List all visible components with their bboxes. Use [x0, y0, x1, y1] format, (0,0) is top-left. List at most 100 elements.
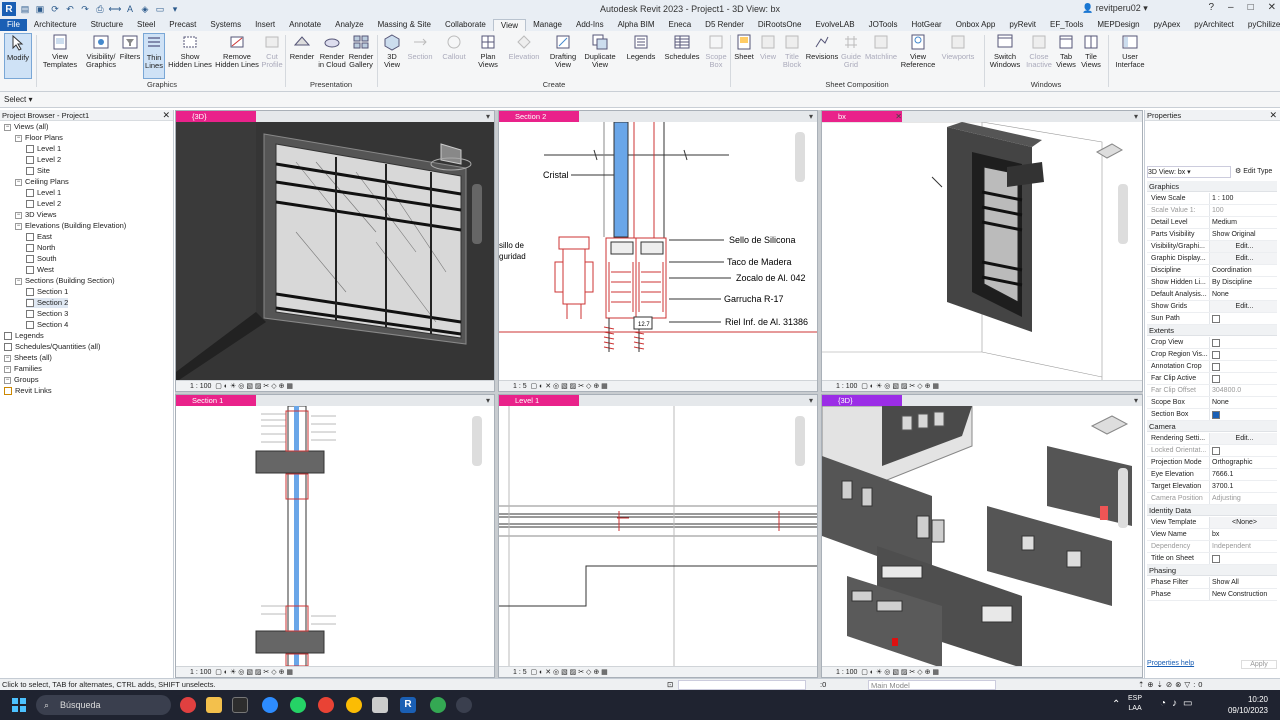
matchline-button[interactable]: Matchline — [864, 33, 898, 79]
tree-item[interactable]: North — [26, 243, 55, 253]
tab-annotate[interactable]: Annotate — [282, 19, 328, 31]
render-gallery-button[interactable]: Render Gallery — [347, 33, 375, 79]
redo-icon[interactable]: ↷ — [79, 3, 91, 15]
show-hidden-lines-button[interactable]: Show Hidden Lines — [168, 33, 212, 79]
tree-item[interactable]: Section 3 — [26, 309, 68, 319]
open-icon[interactable]: ▤ — [19, 3, 31, 15]
minimize-icon[interactable]: – — [1228, 2, 1234, 13]
save-icon[interactable]: ▣ — [34, 3, 46, 15]
whatsapp-icon[interactable] — [290, 697, 306, 713]
view-control-bar[interactable]: 1 : 100 ▢ ◐ ☀ ◎ ▧ ▨ ✂ ◇ ⊕ ▦ — [176, 666, 494, 677]
property-row[interactable]: Sun Path — [1147, 313, 1277, 325]
property-row[interactable]: Projection Mode Orthographic — [1147, 457, 1277, 469]
close-icon[interactable]: ✕ — [162, 110, 170, 121]
tab-pychilizer[interactable]: pyChilizer — [1241, 19, 1280, 31]
chrome-icon[interactable] — [318, 697, 334, 713]
tree-item[interactable]: Section 4 — [26, 320, 68, 330]
property-value[interactable]: Show All — [1209, 577, 1277, 588]
property-value[interactable]: Orthographic — [1209, 457, 1277, 468]
view-scale[interactable]: 1 : 100 — [836, 383, 857, 390]
view-menu-icon[interactable]: ▾ — [1134, 111, 1138, 122]
view-control-bar[interactable]: 1 : 100 ▢ ◐ ☀ ◎ ▧ ▨ ✂ ◇ ⊕ ▦ — [822, 666, 1142, 677]
tab-hotgear[interactable]: HotGear — [904, 19, 948, 31]
tree-item[interactable]: Revit Links — [4, 386, 52, 396]
property-row[interactable]: View Scale 1 : 100 — [1147, 193, 1277, 205]
tab-file[interactable]: File — [0, 19, 27, 31]
view-3d-building[interactable]: {3D} ▾ 1 : 100 ▢ ◐ ☀ ◎ ▧ ▨ ✂ ◇ ⊕ ▦ — [821, 394, 1143, 678]
text-icon[interactable]: A — [124, 3, 136, 15]
view-menu-icon[interactable]: ▾ — [486, 395, 490, 406]
tree-item[interactable]: − Families — [4, 364, 42, 374]
view-menu-icon[interactable]: ▾ — [809, 111, 813, 122]
property-row[interactable]: Eye Elevation 7666.1 — [1147, 469, 1277, 481]
tree-item[interactable]: − Sections (Building Section) — [15, 276, 115, 286]
tab-onbox-app[interactable]: Onbox App — [949, 19, 1003, 31]
revisions-button[interactable]: Revisions — [805, 33, 839, 79]
tab-precast[interactable]: Precast — [162, 19, 203, 31]
close-window-icon[interactable]: ✕ — [1268, 2, 1276, 13]
property-value[interactable] — [1209, 445, 1277, 456]
property-value[interactable]: None — [1209, 289, 1277, 300]
property-value[interactable]: Medium — [1209, 217, 1277, 228]
tab-architecture[interactable]: Architecture — [27, 19, 84, 31]
property-row[interactable]: Locked Orientat... — [1147, 445, 1277, 457]
tab-evolvelab[interactable]: EvolveLAB — [808, 19, 861, 31]
property-row[interactable]: Phase New Construction — [1147, 589, 1277, 601]
tab-structure[interactable]: Structure — [84, 19, 130, 31]
viewports-button[interactable]: Viewports — [940, 33, 976, 79]
tree-item[interactable]: Level 2 — [26, 155, 61, 165]
tree-item[interactable]: East — [26, 232, 52, 242]
sheet-button[interactable]: Sheet — [732, 33, 756, 79]
checkbox[interactable] — [1212, 351, 1220, 359]
property-row[interactable]: Show Hidden Li... By Discipline — [1147, 277, 1277, 289]
3d-view-button[interactable]: 3D View — [381, 33, 403, 79]
drafting-view-button[interactable]: Drafting View — [546, 33, 580, 79]
property-row[interactable]: Title on Sheet — [1147, 553, 1277, 565]
measure-icon[interactable]: ⟷ — [109, 3, 122, 15]
property-row[interactable]: View Name bx — [1147, 529, 1277, 541]
property-row[interactable]: Dependency Independent — [1147, 541, 1277, 553]
checkbox[interactable] — [1212, 447, 1220, 455]
property-row[interactable]: Scale Value 1: 100 — [1147, 205, 1277, 217]
view-menu-icon[interactable]: ▾ — [1134, 395, 1138, 406]
property-category-graphics[interactable]: Graphics — [1147, 181, 1277, 192]
property-value[interactable]: Show Original — [1209, 229, 1277, 240]
property-value[interactable]: Edit... — [1209, 301, 1277, 312]
view-scale[interactable]: 1 : 100 — [190, 383, 211, 390]
tab-views-button[interactable]: Tab Views — [1055, 33, 1077, 79]
scope-box-button[interactable]: Scope Box — [704, 33, 728, 79]
property-value[interactable]: Coordination — [1209, 265, 1277, 276]
checkbox[interactable] — [1212, 363, 1220, 371]
property-value[interactable]: 3700.1 — [1209, 481, 1277, 492]
property-value[interactable] — [1209, 361, 1277, 372]
close-inactive-button[interactable]: Close Inactive — [1025, 33, 1053, 79]
schedules-button[interactable]: Schedules — [664, 33, 700, 79]
property-value[interactable] — [1209, 337, 1277, 348]
property-category-camera[interactable]: Camera — [1147, 421, 1277, 432]
close-view-icon[interactable]: ✕ — [895, 111, 902, 122]
property-value[interactable] — [1209, 409, 1277, 420]
property-row[interactable]: Camera Position Adjusting — [1147, 493, 1277, 505]
properties-help-link[interactable]: Properties help — [1147, 660, 1194, 667]
tab-add-ins[interactable]: Add-Ins — [569, 19, 611, 31]
tree-item[interactable]: − Elevations (Building Elevation) — [15, 221, 126, 231]
property-row[interactable]: Show Grids Edit... — [1147, 301, 1277, 313]
view-control-bar[interactable]: 1 : 5 ▢ ◐ ✕ ◎ ▧ ▨ ✂ ◇ ⊕ ▦ — [499, 380, 817, 391]
checkbox[interactable] — [1212, 315, 1220, 323]
edit-type-button[interactable]: ⚙ Edit Type — [1235, 166, 1272, 178]
design-option-dropdown[interactable]: Main Model — [868, 680, 996, 690]
property-category-extents[interactable]: Extents — [1147, 325, 1277, 336]
view-tab-title[interactable]: Level 1 — [499, 395, 579, 406]
property-value[interactable] — [1209, 313, 1277, 324]
property-row[interactable]: Visibility/Graphi... Edit... — [1147, 241, 1277, 253]
tab-mepdesign[interactable]: MEPDesign — [1090, 19, 1146, 31]
property-category-identity[interactable]: Identity Data — [1147, 505, 1277, 516]
tab-pyapex[interactable]: pyApex — [1147, 19, 1188, 31]
filters-button[interactable]: Filters — [119, 33, 141, 79]
type-selector[interactable]: 3D View: bx ▾ — [1147, 166, 1231, 178]
help-icon[interactable]: ? — [1208, 2, 1214, 13]
view-scale[interactable]: 1 : 100 — [836, 669, 857, 676]
view-control-bar[interactable]: 1 : 5 ▢ ◐ ✕ ◎ ▧ ▨ ✂ ◇ ⊕ ▦ — [499, 666, 817, 677]
view-menu-icon[interactable]: ▾ — [486, 111, 490, 122]
duplicate-view-button[interactable]: Duplicate View — [582, 33, 618, 79]
